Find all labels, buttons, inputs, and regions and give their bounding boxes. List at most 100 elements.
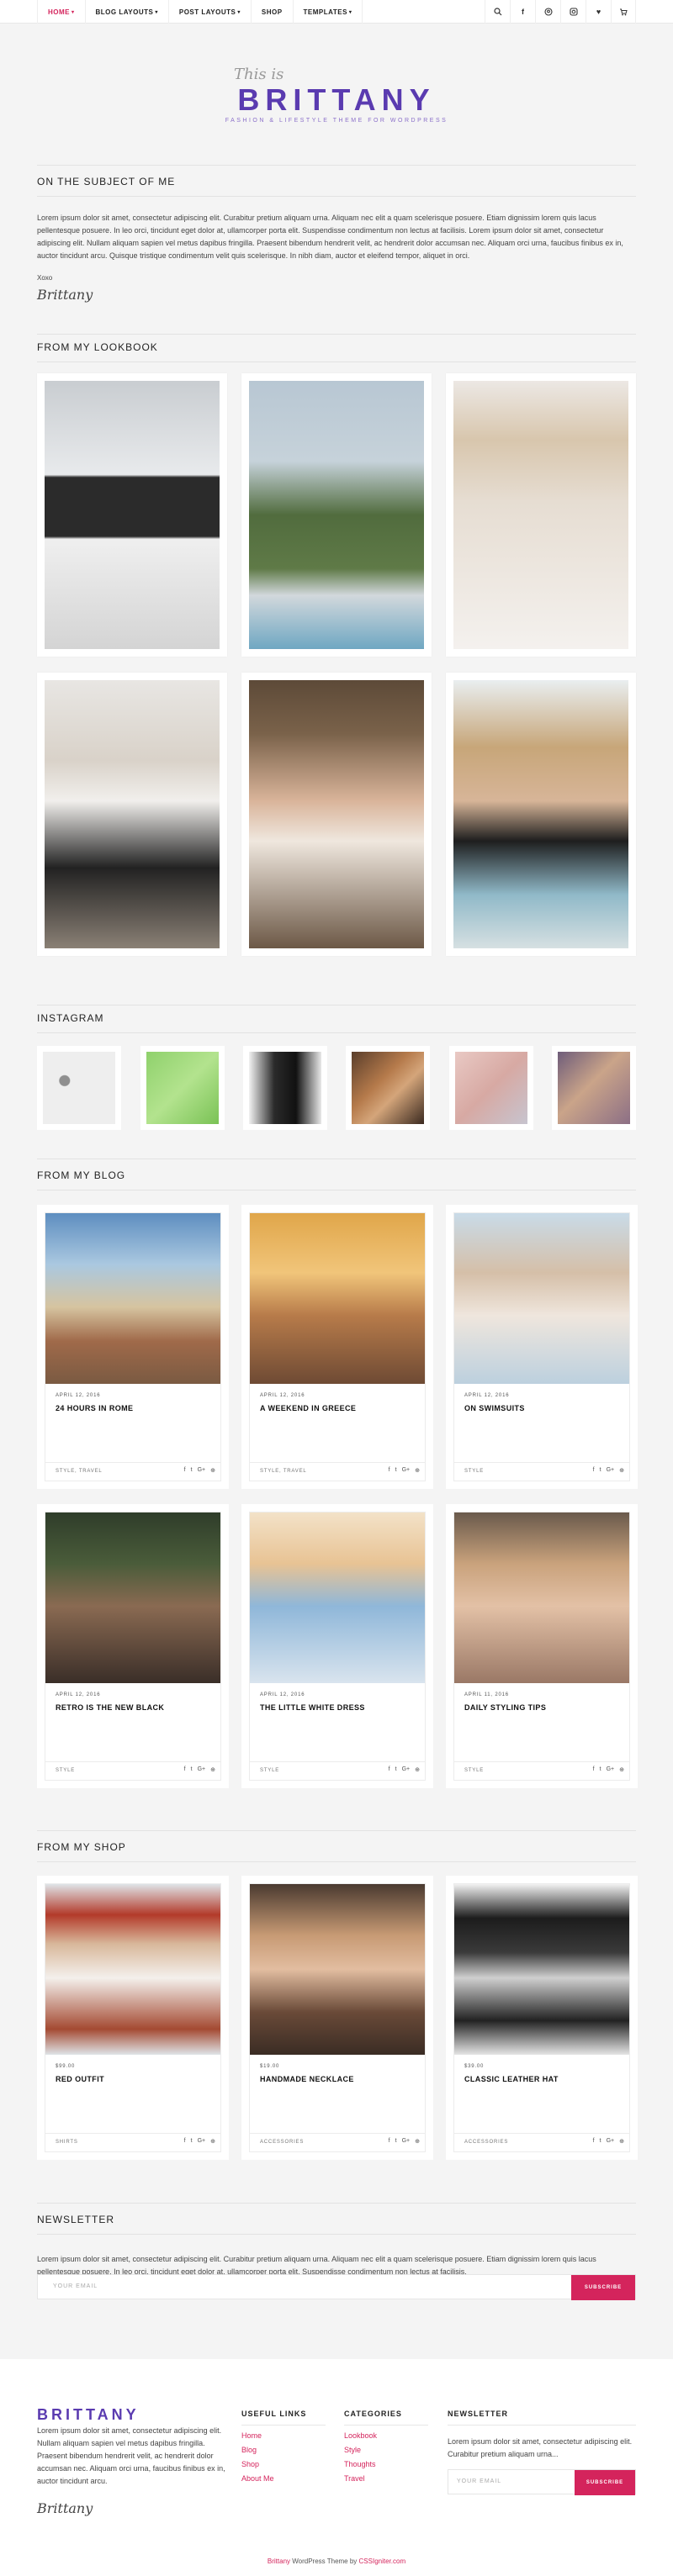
nav-item-home[interactable]: HOME ▾ xyxy=(37,0,86,24)
pinterest-icon[interactable] xyxy=(535,0,560,24)
lookbook-photo[interactable] xyxy=(37,673,227,956)
email-input[interactable]: YOUR EMAIL xyxy=(53,2283,98,2289)
lookbook-photo[interactable] xyxy=(241,673,432,956)
nav-item-post-layouts[interactable]: POST LAYOUTS ▾ xyxy=(169,0,252,24)
twitter-icon[interactable]: t xyxy=(191,1467,193,1474)
pinterest-icon[interactable]: ⊕ xyxy=(415,2138,420,2145)
facebook-icon[interactable]: f xyxy=(510,0,535,24)
product-card[interactable]: $19.00 HANDMADE NECKLACE ACCESSORIES ftG… xyxy=(241,1876,433,2160)
product-category[interactable]: ACCESSORIES xyxy=(464,2140,508,2145)
facebook-icon[interactable]: f xyxy=(389,1766,390,1773)
post-image[interactable] xyxy=(250,1213,425,1384)
pinterest-icon[interactable]: ⊕ xyxy=(210,1766,215,1773)
post-image[interactable] xyxy=(250,1512,425,1683)
post-title[interactable]: 24 HOURS IN ROME xyxy=(56,1404,133,1412)
search-icon[interactable] xyxy=(485,0,510,24)
footer-link-shop[interactable]: Shop xyxy=(241,2460,326,2468)
instagram-photo[interactable] xyxy=(243,1046,327,1130)
blog-post-card[interactable]: APRIL 12, 2016 RETRO IS THE NEW BLACK ST… xyxy=(37,1504,229,1788)
footer-email-input[interactable]: YOUR EMAIL xyxy=(457,2478,501,2484)
blog-post-card[interactable]: APRIL 12, 2016 A WEEKEND IN GREECE STYLE… xyxy=(241,1205,433,1489)
product-title[interactable]: CLASSIC LEATHER HAT xyxy=(464,2075,559,2083)
heart-icon[interactable]: ♥ xyxy=(586,0,611,24)
pinterest-icon[interactable]: ⊕ xyxy=(415,1467,420,1474)
product-title[interactable]: RED OUTFIT xyxy=(56,2075,104,2083)
post-title[interactable]: RETRO IS THE NEW BLACK xyxy=(56,1703,164,1712)
instagram-icon[interactable] xyxy=(560,0,586,24)
blog-post-card[interactable]: APRIL 12, 2016 ON SWIMSUITS STYLE f t G+ ⊕ xyxy=(446,1205,638,1489)
footer-link-blog[interactable]: Blog xyxy=(241,2446,326,2454)
credit-author-link[interactable]: CSSIgniter.com xyxy=(359,2558,406,2565)
instagram-photo[interactable] xyxy=(37,1046,121,1130)
lookbook-photo[interactable] xyxy=(446,373,636,657)
pinterest-icon[interactable]: ⊕ xyxy=(619,1467,624,1474)
lookbook-photo[interactable] xyxy=(37,373,227,657)
pinterest-icon[interactable]: ⊕ xyxy=(210,1467,215,1474)
post-image[interactable] xyxy=(454,1213,629,1384)
product-image[interactable] xyxy=(454,1884,629,2055)
twitter-icon[interactable]: t xyxy=(395,1766,397,1773)
pinterest-icon[interactable]: ⊕ xyxy=(619,2138,624,2145)
twitter-icon[interactable]: t xyxy=(395,2138,397,2145)
nav-item-blog-layouts[interactable]: BLOG LAYOUTS ▾ xyxy=(86,0,169,24)
lookbook-photo[interactable] xyxy=(241,373,432,657)
twitter-icon[interactable]: t xyxy=(395,1467,397,1474)
blog-post-card[interactable]: APRIL 12, 2016 24 HOURS IN ROME STYLE, T… xyxy=(37,1205,229,1489)
google-plus-icon[interactable]: G+ xyxy=(607,2138,615,2145)
product-category[interactable]: SHIRTS xyxy=(56,2140,78,2145)
post-category[interactable]: STYLE, TRAVEL xyxy=(56,1469,103,1474)
footer-logo[interactable]: BRITTANY xyxy=(37,2406,140,2424)
post-image[interactable] xyxy=(45,1512,220,1683)
twitter-icon[interactable]: t xyxy=(600,2138,601,2145)
product-card[interactable]: $99.00 RED OUTFIT SHIRTS f t G+ ⊕ xyxy=(37,1876,229,2160)
google-plus-icon[interactable]: G+ xyxy=(607,1467,615,1474)
facebook-icon[interactable]: f xyxy=(389,1467,390,1474)
cart-icon[interactable] xyxy=(611,0,636,24)
twitter-icon[interactable]: t xyxy=(600,1766,601,1773)
google-plus-icon[interactable]: G+ xyxy=(198,1766,206,1773)
twitter-icon[interactable]: t xyxy=(191,1766,193,1773)
product-image[interactable] xyxy=(45,1884,220,2055)
subscribe-button[interactable]: SUBSCRIBE xyxy=(571,2275,635,2300)
footer-link-lookbook[interactable]: Lookbook xyxy=(344,2431,428,2440)
blog-post-card[interactable]: APRIL 11, 2016 DAILY STYLING TIPS STYLE … xyxy=(446,1504,638,1788)
google-plus-icon[interactable]: G+ xyxy=(198,2138,206,2145)
pinterest-icon[interactable]: ⊕ xyxy=(415,1766,420,1773)
post-title[interactable]: ON SWIMSUITS xyxy=(464,1404,525,1412)
facebook-icon[interactable]: f xyxy=(184,1766,186,1773)
instagram-photo[interactable] xyxy=(449,1046,533,1130)
instagram-photo[interactable] xyxy=(346,1046,430,1130)
facebook-icon[interactable]: f xyxy=(184,1467,186,1474)
google-plus-icon[interactable]: G+ xyxy=(402,2138,411,2145)
product-image[interactable] xyxy=(250,1884,425,2055)
nav-item-shop[interactable]: SHOP xyxy=(252,0,294,24)
facebook-icon[interactable]: f xyxy=(593,1467,595,1474)
facebook-icon[interactable]: f xyxy=(184,2138,186,2145)
product-category[interactable]: ACCESSORIES xyxy=(260,2140,304,2145)
blog-post-card[interactable]: APRIL 12, 2016 THE LITTLE WHITE DRESS ST… xyxy=(241,1504,433,1788)
google-plus-icon[interactable]: G+ xyxy=(402,1467,411,1474)
footer-subscribe-button[interactable]: SUBSCRIBE xyxy=(575,2470,635,2495)
post-image[interactable] xyxy=(454,1512,629,1683)
post-image[interactable] xyxy=(45,1213,220,1384)
post-category[interactable]: STYLE xyxy=(260,1768,279,1773)
facebook-icon[interactable]: f xyxy=(593,2138,595,2145)
post-title[interactable]: DAILY STYLING TIPS xyxy=(464,1703,546,1712)
footer-link-travel[interactable]: Travel xyxy=(344,2474,428,2483)
product-title[interactable]: HANDMADE NECKLACE xyxy=(260,2075,354,2083)
instagram-photo[interactable] xyxy=(552,1046,636,1130)
product-card[interactable]: $39.00 CLASSIC LEATHER HAT ACCESSORIES f… xyxy=(446,1876,638,2160)
footer-link-home[interactable]: Home xyxy=(241,2431,326,2440)
post-category[interactable]: STYLE, TRAVEL xyxy=(260,1469,307,1474)
pinterest-icon[interactable]: ⊕ xyxy=(210,2138,215,2145)
twitter-icon[interactable]: t xyxy=(191,2138,193,2145)
credit-brand-link[interactable]: Brittany xyxy=(268,2558,290,2565)
footer-link-style[interactable]: Style xyxy=(344,2446,428,2454)
post-category[interactable]: STYLE xyxy=(56,1768,75,1773)
facebook-icon[interactable]: f xyxy=(389,2138,390,2145)
post-title[interactable]: THE LITTLE WHITE DRESS xyxy=(260,1703,365,1712)
google-plus-icon[interactable]: G+ xyxy=(607,1766,615,1773)
footer-link-about[interactable]: About Me xyxy=(241,2474,326,2483)
google-plus-icon[interactable]: G+ xyxy=(198,1467,206,1474)
post-category[interactable]: STYLE xyxy=(464,1768,484,1773)
